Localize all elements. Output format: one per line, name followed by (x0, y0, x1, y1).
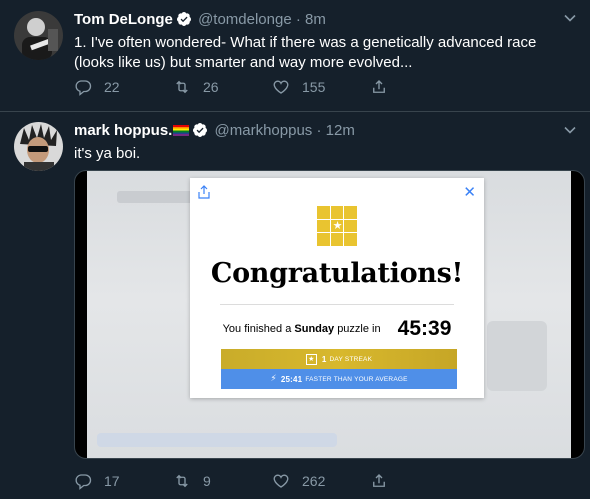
display-name[interactable]: mark hoppus. (74, 122, 172, 139)
reply-icon (75, 80, 92, 96)
finished-suffix: puzzle in (337, 323, 381, 335)
tweet-header: mark hoppus. @markhoppus · 12m (74, 122, 550, 142)
puzzle-day: Sunday (294, 323, 335, 335)
lightning-icon: ⚡ (270, 374, 277, 384)
avatar[interactable] (14, 11, 63, 60)
retweet-icon (176, 80, 188, 94)
chevron-down-icon[interactable] (562, 10, 578, 26)
share-icon (198, 185, 210, 199)
reply-icon (75, 474, 92, 490)
tweet-text: 1. I've often wondered- What if there wa… (74, 34, 537, 71)
blurred-background (487, 321, 547, 391)
like-count: 155 (302, 79, 326, 95)
finished-prefix: You finished a (222, 323, 292, 335)
close-icon: ✕ (463, 183, 476, 201)
heart-icon (273, 80, 289, 94)
streak-count: 1 (321, 354, 327, 364)
rainbow-flag-icon (173, 125, 190, 136)
avatar[interactable] (14, 122, 63, 171)
tweet-text: it's ya boi. (74, 145, 141, 162)
divider (220, 304, 454, 305)
tweet-media-image[interactable]: ✕ ★ Congratulations! You finished a Sund… (74, 170, 585, 459)
puzzle-screenshot: ✕ ★ Congratulations! You finished a Sund… (87, 171, 571, 458)
share-icon (373, 80, 385, 93)
separator-dot: · (312, 122, 326, 139)
timestamp[interactable]: 8m (305, 11, 326, 28)
heart-icon (273, 474, 289, 488)
star-icon: ★ (332, 219, 343, 232)
faster-bar: ⚡ 25:41 FASTER THAN YOUR AVERAGE (221, 369, 457, 389)
streak-label: DAY STREAK (329, 355, 373, 363)
retweet-button[interactable]: 9 (173, 472, 211, 490)
retweet-icon (176, 474, 188, 488)
congratulations-title: Congratulations! (210, 258, 464, 289)
solve-time: 45:39 (397, 317, 452, 340)
reply-count: 22 (104, 79, 120, 95)
verified-icon (192, 122, 208, 142)
faster-label: FASTER THAN YOUR AVERAGE (305, 375, 408, 383)
reply-count: 17 (104, 473, 120, 489)
tweet-mark-hoppus[interactable]: mark hoppus. @markhoppus · 12m it's ya b… (0, 112, 590, 499)
verified-icon (176, 11, 192, 31)
blurred-background (97, 433, 337, 447)
retweet-button[interactable]: 26 (173, 78, 219, 96)
trophy-grid-icon: ★ (317, 206, 357, 246)
retweet-count: 26 (203, 79, 219, 95)
display-name[interactable]: Tom DeLonge (74, 11, 173, 28)
separator-dot: · (291, 11, 306, 28)
faster-time: 25:41 (280, 374, 303, 384)
tweet-tom-delonge[interactable]: Tom DeLonge @tomdelonge · 8m 1. I've oft… (0, 0, 590, 112)
like-count: 262 (302, 473, 326, 489)
streak-bar: ★ 1 DAY STREAK (221, 349, 457, 369)
chevron-down-icon[interactable] (562, 122, 578, 138)
like-button[interactable]: 155 (272, 78, 325, 96)
tweet-actions: 22 26 155 (74, 78, 550, 98)
handle[interactable]: @markhoppus (215, 122, 313, 139)
handle[interactable]: @tomdelonge (198, 11, 292, 28)
share-button[interactable] (370, 78, 388, 96)
tweet-header: Tom DeLonge @tomdelonge · 8m (74, 11, 550, 31)
reply-button[interactable]: 17 (74, 472, 120, 490)
like-button[interactable]: 262 (272, 472, 325, 490)
blurred-background (117, 191, 197, 203)
timestamp[interactable]: 12m (326, 122, 355, 139)
streak-star-icon: ★ (305, 353, 317, 365)
congratulations-modal: ✕ ★ Congratulations! You finished a Sund… (190, 178, 484, 398)
share-icon (373, 474, 385, 487)
reply-button[interactable]: 22 (74, 78, 120, 96)
share-button[interactable] (370, 472, 388, 490)
retweet-count: 9 (203, 473, 211, 489)
finished-message: You finished a Sunday puzzle in 45:39 (190, 317, 484, 341)
tweet-actions: 17 9 262 (74, 472, 550, 492)
